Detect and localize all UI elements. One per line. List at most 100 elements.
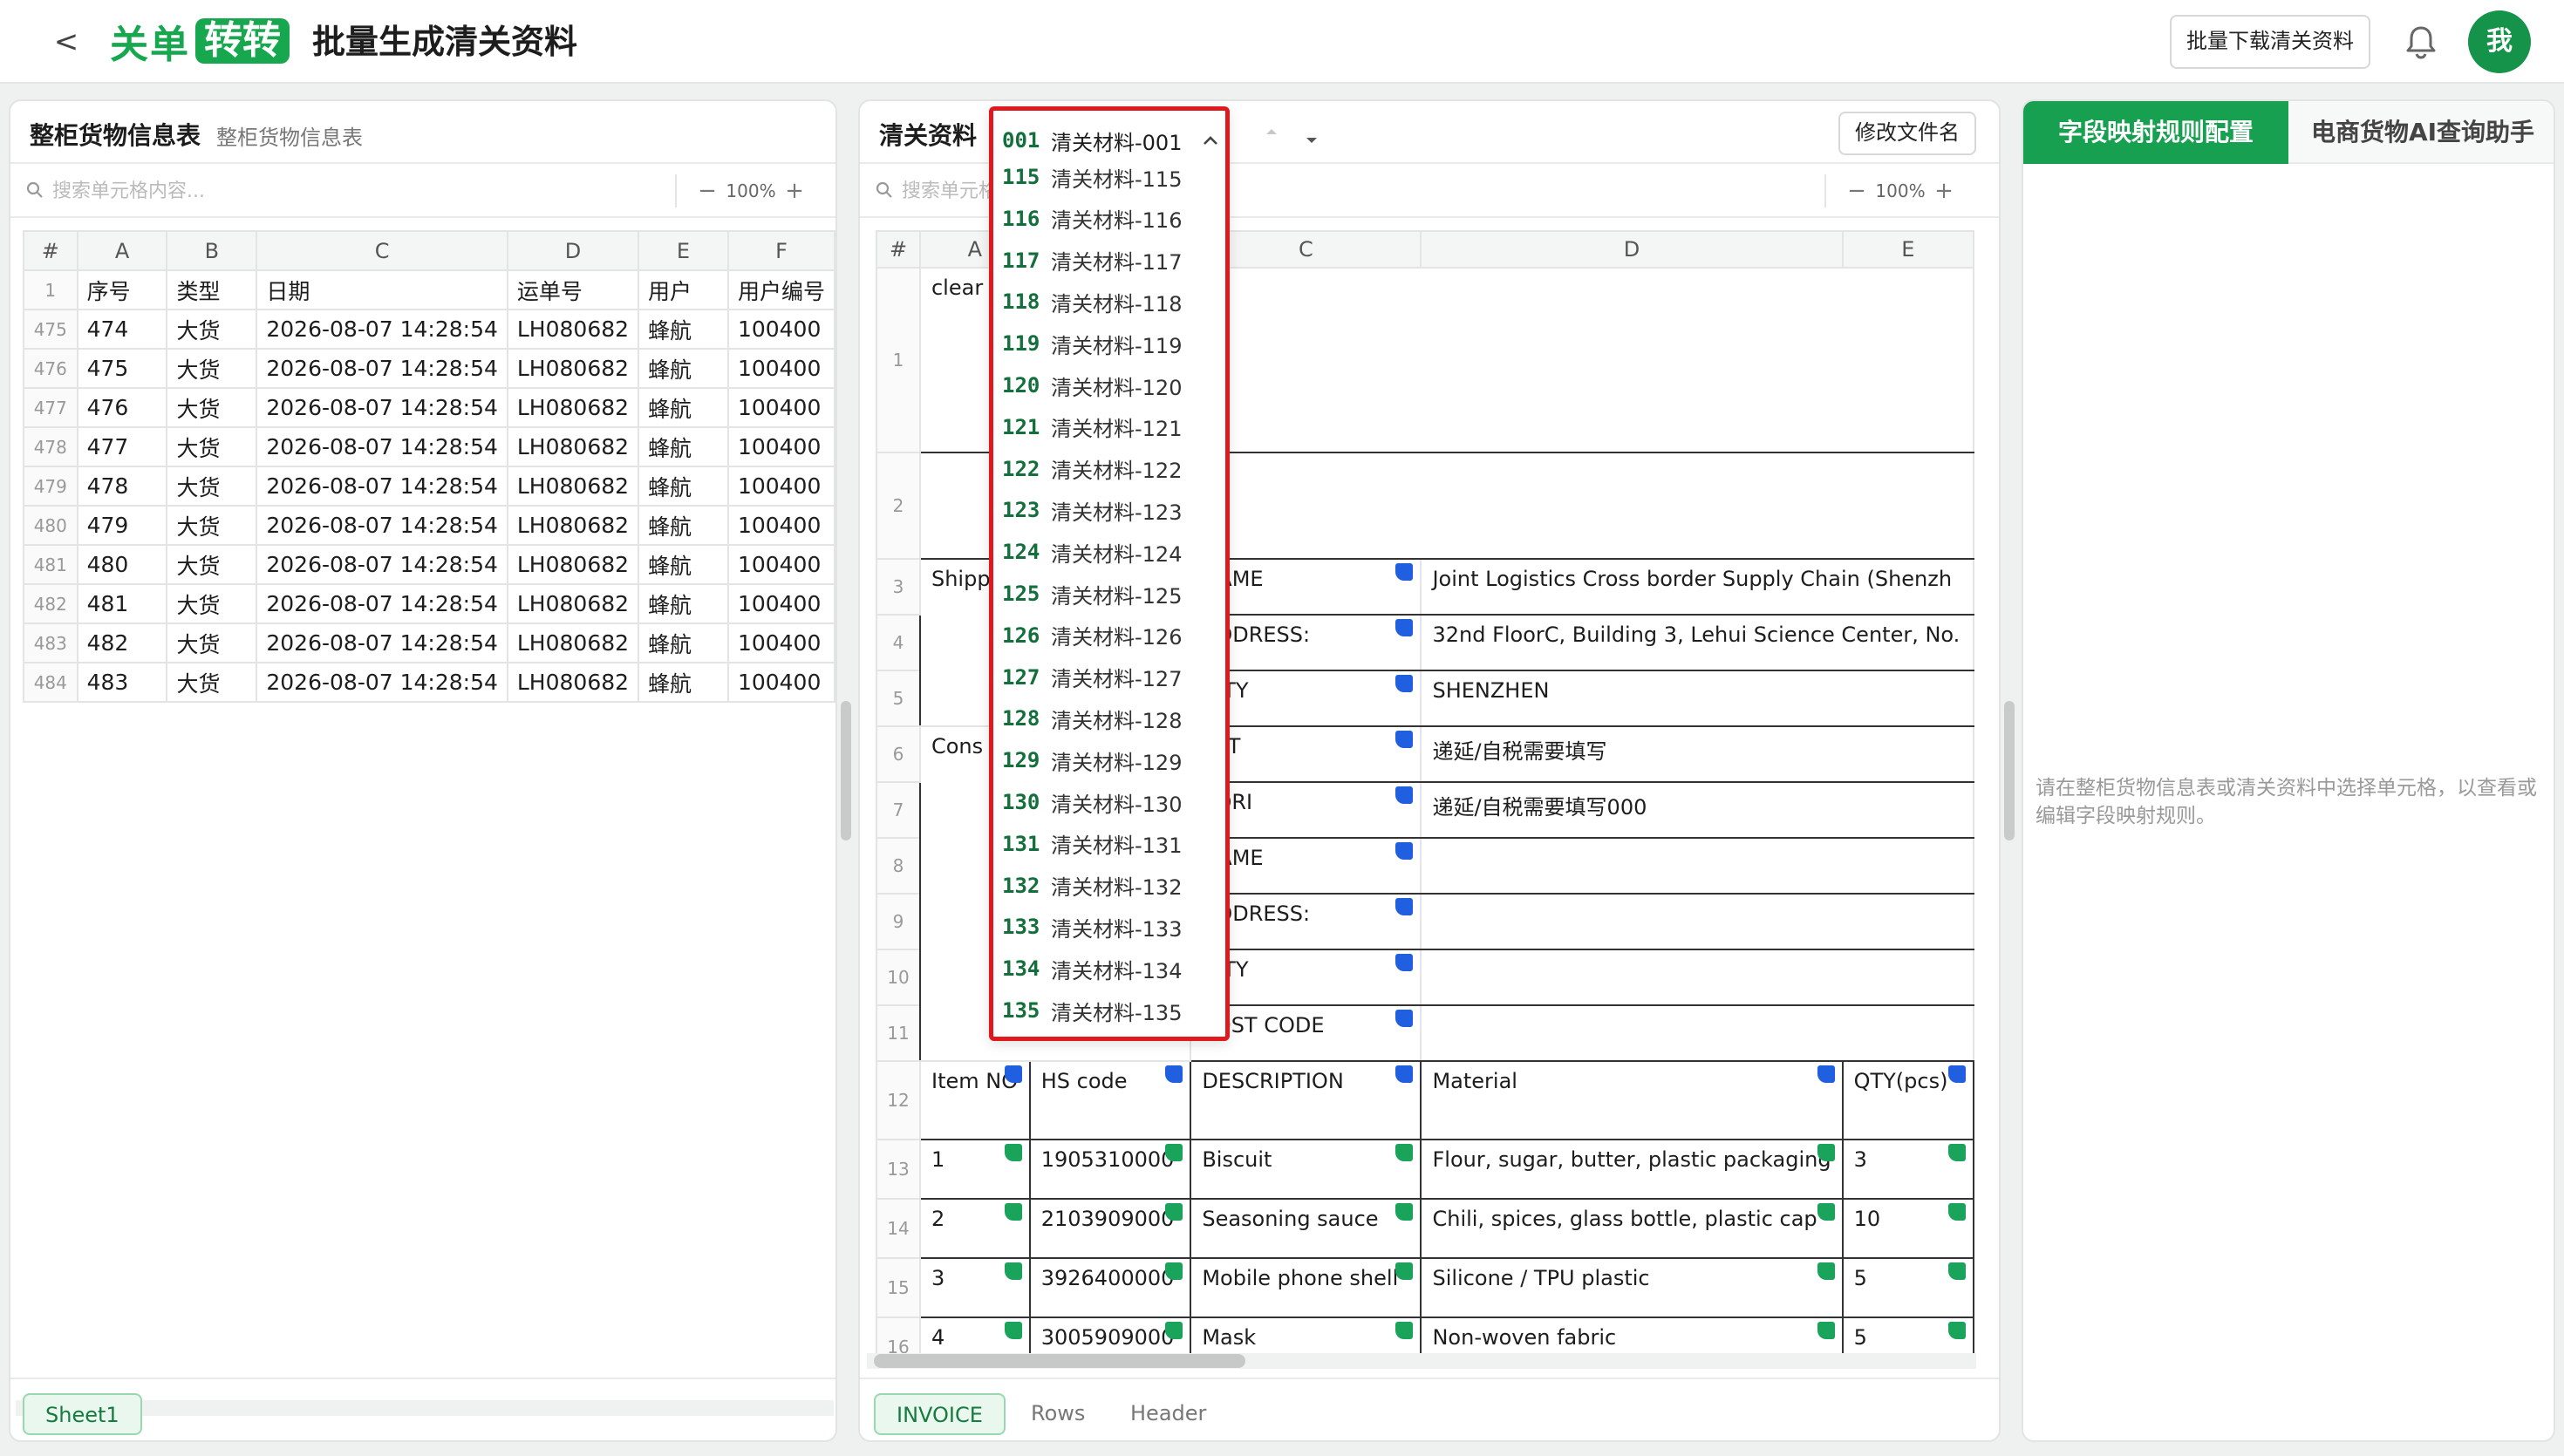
green-marker-icon[interactable] [1165, 1203, 1183, 1221]
grid-cell[interactable]: 2026-08-07 14:28:54 [256, 466, 508, 507]
grid-cell[interactable]: 100400 [726, 505, 835, 546]
mid-divider-scrollbar[interactable] [2004, 701, 2015, 840]
column-header[interactable]: D [1420, 230, 1844, 269]
blue-marker-icon[interactable] [1395, 954, 1414, 971]
dropdown-item[interactable]: 131 清关材料-131 [1002, 823, 1220, 865]
blue-marker-icon[interactable] [1395, 563, 1414, 581]
green-marker-icon[interactable] [1165, 1262, 1183, 1280]
grid-cell[interactable]: LH080682 [506, 309, 640, 350]
green-marker-icon[interactable] [1948, 1322, 1966, 1339]
grid-cell[interactable] [1420, 1004, 1974, 1062]
grid-cell[interactable]: LH080682 [506, 505, 640, 546]
grid-cell[interactable]: 2026-08-07 14:28:54 [256, 426, 508, 467]
chevron-up-icon[interactable] [1201, 132, 1220, 151]
green-marker-icon[interactable] [1948, 1203, 1966, 1221]
grid-cell[interactable]: 483 [76, 662, 168, 703]
dropdown-item[interactable]: 122 清关材料-122 [1002, 448, 1220, 490]
grid-cell[interactable]: 蜂航 [638, 544, 729, 585]
grid-cell[interactable]: 蜂航 [638, 348, 729, 389]
dropdown-item[interactable]: 123 清关材料-123 [1002, 489, 1220, 531]
grid-cell[interactable]: 3 [1841, 1139, 1974, 1200]
grid-cell[interactable]: 100400 [726, 662, 835, 703]
grid-cell[interactable]: 477 [76, 426, 168, 467]
blue-marker-icon[interactable] [1395, 898, 1414, 915]
blue-marker-icon[interactable] [1395, 1065, 1414, 1083]
grid-cell[interactable]: 蜂航 [638, 505, 729, 546]
grid-cell[interactable]: LH080682 [506, 544, 640, 585]
green-marker-icon[interactable] [1004, 1262, 1022, 1280]
grid-cell[interactable]: 序号 [76, 269, 168, 310]
grid-cell[interactable]: 481 [76, 583, 168, 624]
grid-cell[interactable]: 大货 [166, 309, 258, 350]
green-marker-icon[interactable] [1948, 1262, 1966, 1280]
grid-cell[interactable]: 2 [918, 1198, 1031, 1259]
green-marker-icon[interactable] [1395, 1203, 1414, 1221]
grid-cell[interactable]: 日期 [256, 269, 508, 310]
grid-cell[interactable]: 479 [76, 505, 168, 546]
grid-cell[interactable]: 大货 [166, 662, 258, 703]
tab-sheet1[interactable]: Sheet1 [23, 1393, 142, 1435]
grid-cell[interactable]: 类型 [166, 269, 258, 310]
grid-cell[interactable]: 32nd FloorC, Building 3, Lehui Science C… [1420, 614, 1974, 671]
tab-rows[interactable]: Rows [1010, 1393, 1106, 1435]
batch-download-button[interactable]: 批量下载清关资料 [2170, 15, 2370, 69]
grid-cell[interactable]: 运单号 [506, 269, 640, 310]
green-marker-icon[interactable] [1817, 1203, 1835, 1221]
green-marker-icon[interactable] [1165, 1322, 1183, 1339]
column-header[interactable]: E [638, 230, 729, 271]
grid-cell[interactable]: 1 [918, 1139, 1031, 1200]
grid-cell[interactable]: 大货 [166, 623, 258, 663]
avatar[interactable]: 我 [2468, 10, 2531, 73]
column-header[interactable]: # [876, 230, 921, 269]
back-button[interactable]: < [45, 21, 87, 63]
grid-cell[interactable]: 100400 [726, 387, 835, 428]
grid-cell[interactable] [1420, 893, 1974, 950]
dropdown-item[interactable]: 125 清关材料-125 [1002, 573, 1220, 615]
grid-cell[interactable]: LH080682 [506, 583, 640, 624]
grid-cell[interactable]: 2026-08-07 14:28:54 [256, 348, 508, 389]
grid-cell[interactable]: 递延/自税需要填写 [1420, 725, 1974, 783]
left-divider-scrollbar[interactable] [841, 701, 851, 840]
grid-cell[interactable]: 2026-08-07 14:28:54 [256, 387, 508, 428]
grid-cell[interactable]: 475 [76, 348, 168, 389]
grid-cell[interactable]: 3926400000 [1028, 1257, 1192, 1318]
grid-cell[interactable]: 大货 [166, 387, 258, 428]
grid-cell[interactable] [1420, 949, 1974, 1006]
grid-cell[interactable]: 10 [1841, 1198, 1974, 1259]
grid-cell[interactable]: LH080682 [506, 623, 640, 663]
green-marker-icon[interactable] [1395, 1322, 1414, 1339]
blue-marker-icon[interactable] [1165, 1065, 1183, 1083]
grid-cell[interactable]: 480 [76, 544, 168, 585]
grid-cell[interactable]: Item NO [918, 1060, 1031, 1140]
grid-cell[interactable]: 100400 [726, 623, 835, 663]
grid-cell[interactable]: 100400 [726, 583, 835, 624]
blue-marker-icon[interactable] [1395, 1010, 1414, 1027]
grid-cell[interactable]: 100400 [726, 466, 835, 507]
grid-cell[interactable]: Chili, spices, glass bottle, plastic cap [1420, 1198, 1844, 1259]
dropdown-item[interactable]: 134 清关材料-134 [1002, 948, 1220, 990]
grid-cell[interactable]: Silicone / TPU plastic [1420, 1257, 1844, 1318]
dropdown-item[interactable]: 119 清关材料-119 [1002, 323, 1220, 364]
dropdown-item[interactable]: 115 清关材料-115 [1002, 156, 1220, 198]
grid-cell[interactable]: 蜂航 [638, 426, 729, 467]
blue-marker-icon[interactable] [1948, 1065, 1966, 1083]
dropdown-item[interactable]: 133 清关材料-133 [1002, 906, 1220, 948]
green-marker-icon[interactable] [1165, 1144, 1183, 1161]
column-header[interactable]: E [1841, 230, 1974, 269]
column-header[interactable]: F [726, 230, 835, 271]
grid-cell[interactable]: 100400 [726, 348, 835, 389]
column-header[interactable]: B [166, 230, 258, 271]
zoom-in-button[interactable]: + [1931, 178, 1957, 204]
grid-cell[interactable]: 大货 [166, 583, 258, 624]
dropdown-item[interactable]: 121 清关材料-121 [1002, 406, 1220, 448]
green-marker-icon[interactable] [1395, 1262, 1414, 1280]
green-marker-icon[interactable] [1948, 1144, 1966, 1161]
grid-cell[interactable]: 3 [918, 1257, 1031, 1318]
blue-marker-icon[interactable] [1817, 1065, 1835, 1083]
bell-icon[interactable] [2400, 21, 2442, 63]
dropdown-item[interactable]: 130 清关材料-130 [1002, 781, 1220, 823]
grid-cell[interactable]: Joint Logistics Cross border Supply Chai… [1420, 558, 1974, 616]
blue-marker-icon[interactable] [1395, 619, 1414, 636]
blue-marker-icon[interactable] [1395, 842, 1414, 860]
grid-cell[interactable]: 100400 [726, 426, 835, 467]
